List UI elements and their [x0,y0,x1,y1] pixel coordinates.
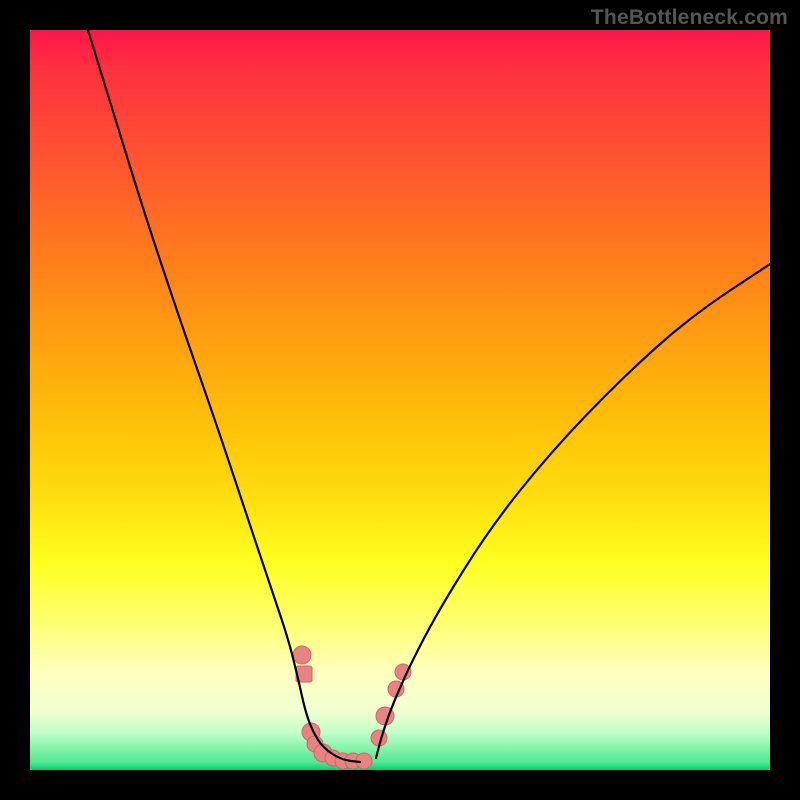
plot-area [30,30,770,770]
curve-layer [30,30,770,770]
data-marker [293,646,311,664]
left-curve [88,30,360,762]
watermark-text: TheBottleneck.com [591,6,788,30]
marker-group [293,646,411,769]
data-marker [395,664,411,680]
right-curve [376,264,770,758]
chart-frame: TheBottleneck.com [0,0,800,800]
